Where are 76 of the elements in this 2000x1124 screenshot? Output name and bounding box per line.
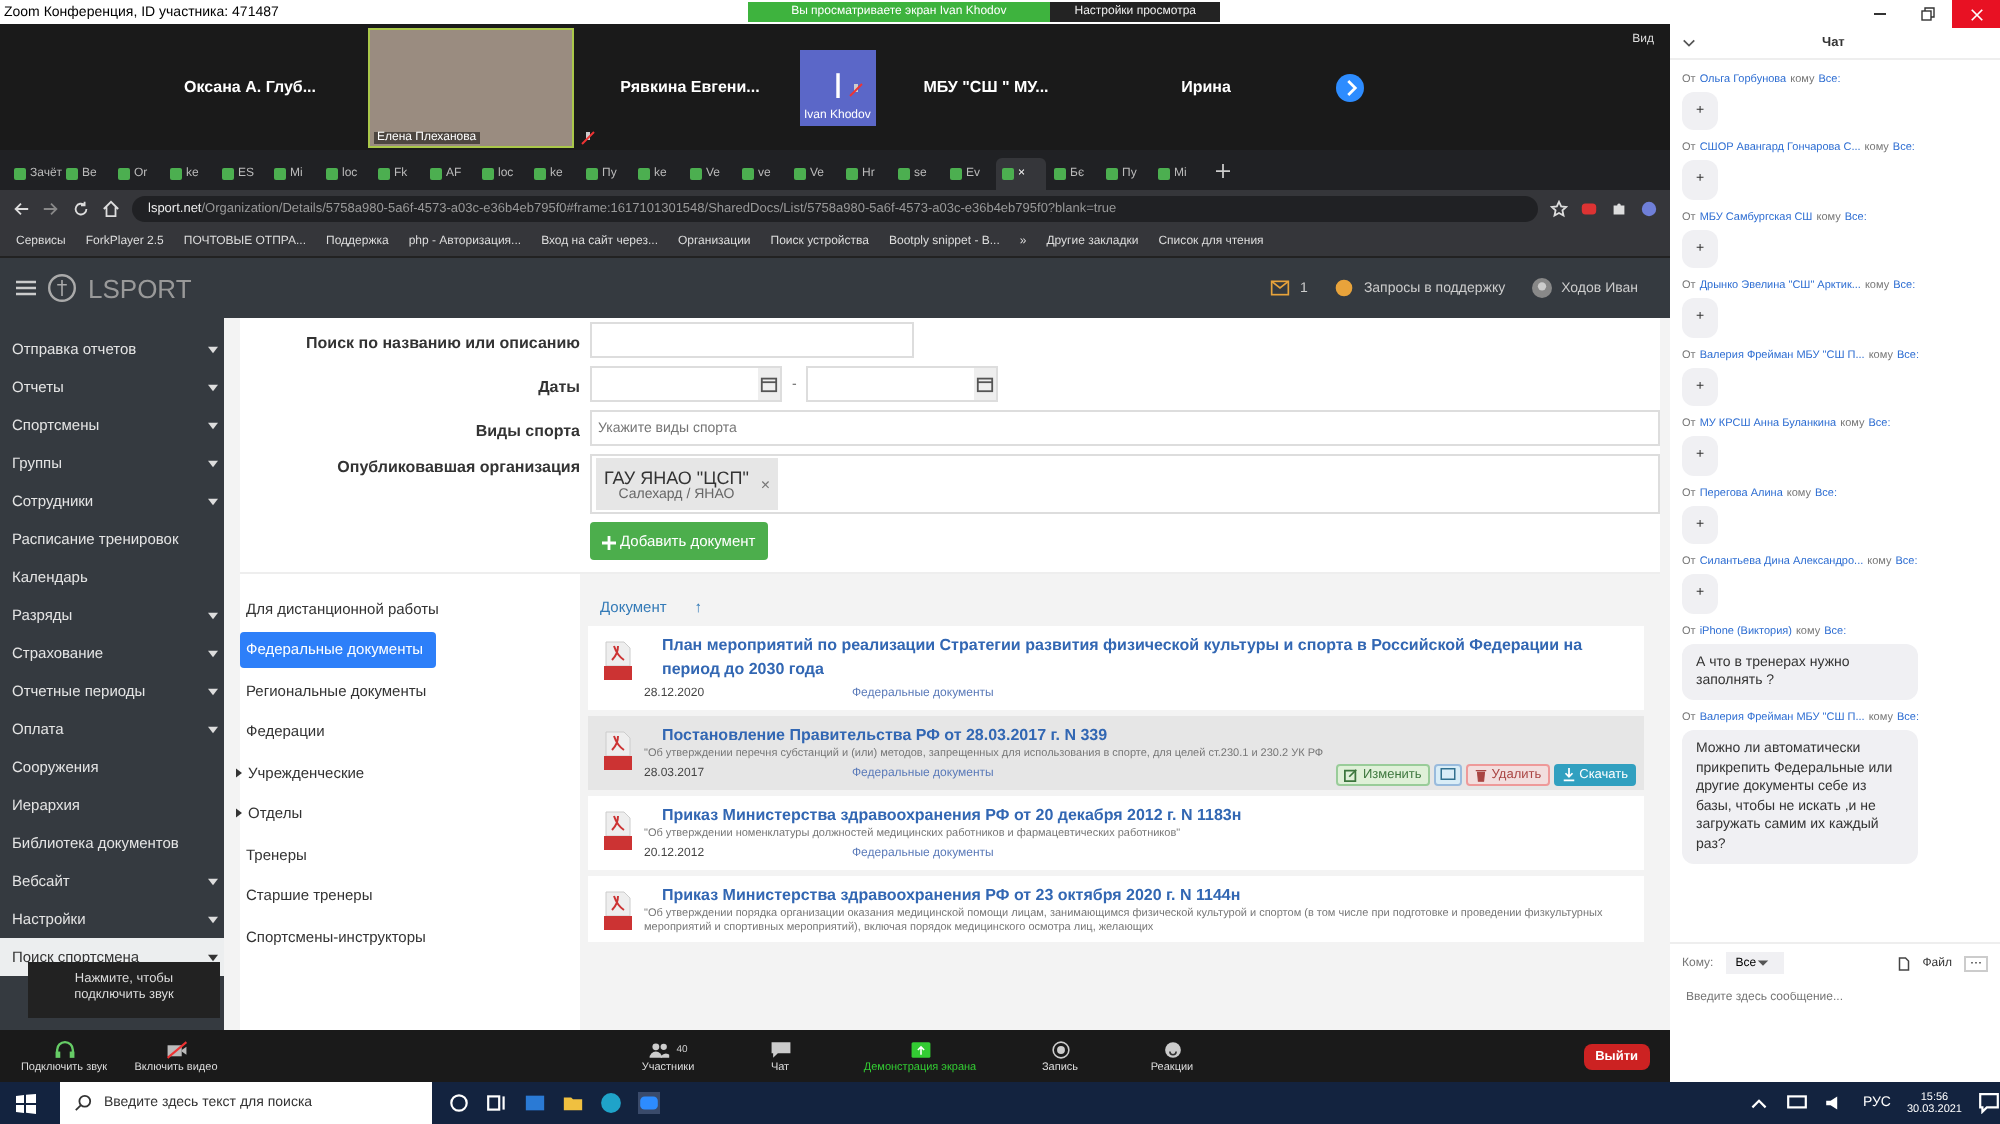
field-label: Поиск по названию или описанию bbox=[304, 331, 580, 351]
caret-icon bbox=[1756, 956, 1771, 970]
caret-icon bbox=[208, 725, 218, 733]
profile-icon[interactable] bbox=[1640, 199, 1658, 217]
people-icon[interactable] bbox=[648, 1039, 671, 1059]
caret-icon bbox=[208, 459, 218, 467]
organization-name: ГАУ ЯНАО "ЦСП" bbox=[604, 467, 749, 487]
notification-icon[interactable] bbox=[1978, 1092, 2000, 1114]
field-label: Даты bbox=[536, 375, 580, 395]
document-row[interactable] bbox=[588, 716, 1644, 791]
share-screen-icon[interactable] bbox=[909, 1039, 931, 1059]
headset-icon[interactable] bbox=[1333, 278, 1354, 298]
pdf-icon bbox=[604, 890, 632, 931]
pdf-icon bbox=[604, 730, 632, 770]
app-logo: LSPORT bbox=[88, 273, 192, 303]
restore-icon[interactable] bbox=[1920, 6, 1936, 22]
document-row[interactable] bbox=[588, 876, 1644, 942]
search-icon bbox=[74, 1094, 92, 1112]
date-field[interactable] bbox=[806, 366, 999, 402]
windows-start-icon[interactable] bbox=[16, 1093, 36, 1113]
caret-icon bbox=[208, 421, 218, 429]
participant-name: МБУ "СШ " МУ... bbox=[923, 78, 1049, 96]
document-title[interactable]: Постановление Правительства РФ от 28.03.2017 г. N 339 bbox=[644, 724, 1636, 748]
close-icon bbox=[1969, 7, 1983, 21]
mail-icon[interactable] bbox=[1270, 278, 1291, 298]
caret-icon bbox=[208, 687, 218, 695]
participant-name: Оксана А. Глуб... bbox=[183, 78, 316, 96]
menu-icon[interactable] bbox=[16, 280, 36, 296]
caret-icon bbox=[208, 611, 218, 619]
remove-button[interactable]: × bbox=[760, 475, 771, 493]
extension-icon[interactable] bbox=[1580, 199, 1598, 217]
pdf-icon bbox=[604, 640, 632, 680]
window-icon bbox=[1439, 768, 1456, 781]
new-tab-icon[interactable] bbox=[1216, 163, 1230, 177]
home-icon[interactable] bbox=[102, 199, 120, 217]
calendar-icon[interactable] bbox=[974, 368, 997, 400]
caret-icon bbox=[208, 345, 218, 353]
caret-icon bbox=[208, 497, 218, 505]
logo-icon bbox=[46, 272, 78, 304]
mail-icon[interactable] bbox=[524, 1092, 546, 1114]
date-field[interactable] bbox=[590, 366, 782, 402]
pencil-icon bbox=[1344, 767, 1359, 782]
document-title[interactable]: Приказ Министерства здравоохранения РФ от 20 декабря 2012 г. N 1183н bbox=[644, 804, 1636, 829]
field-label: Опубликовавшая организация bbox=[335, 456, 580, 476]
collapse-icon[interactable] bbox=[1682, 38, 1696, 48]
caret-icon bbox=[208, 877, 218, 885]
participant-name: Ирина bbox=[1181, 78, 1231, 96]
user-avatar-icon[interactable] bbox=[1531, 278, 1552, 298]
document-title[interactable]: План мероприятий по реализации Стратегии развития физической культуры и спорта в Российской Федерации на период до 2030 года bbox=[644, 634, 1636, 682]
headphones-icon[interactable] bbox=[53, 1039, 75, 1059]
back-icon[interactable] bbox=[12, 199, 30, 217]
participant-name: Рявкина Евгени... bbox=[620, 78, 760, 96]
chat-icon[interactable] bbox=[769, 1039, 791, 1059]
folder-icon[interactable] bbox=[562, 1092, 584, 1114]
download-icon bbox=[1561, 767, 1576, 782]
network-icon[interactable] bbox=[1786, 1092, 1809, 1114]
calendar-icon[interactable] bbox=[758, 368, 780, 400]
next-page-icon[interactable] bbox=[1336, 73, 1364, 101]
forward-icon[interactable] bbox=[42, 199, 60, 217]
trash-icon bbox=[1473, 767, 1488, 782]
field-label: Виды спорта bbox=[473, 419, 580, 439]
video-off-icon[interactable] bbox=[165, 1039, 187, 1059]
plus-icon bbox=[602, 535, 616, 550]
reload-icon[interactable] bbox=[72, 199, 90, 217]
star-icon[interactable] bbox=[1550, 199, 1568, 217]
document-title[interactable]: Приказ Министерства здравоохранения РФ от 23 октября 2020 г. N 1144н bbox=[644, 884, 1636, 909]
pdf-icon bbox=[604, 810, 632, 851]
caret-icon bbox=[208, 649, 218, 657]
caret-icon bbox=[208, 915, 218, 923]
preview-button[interactable] bbox=[1433, 763, 1462, 786]
file-icon[interactable] bbox=[1898, 955, 1911, 972]
search-field[interactable] bbox=[590, 322, 914, 358]
smiley-icon[interactable] bbox=[1161, 1039, 1183, 1059]
task-view-icon[interactable] bbox=[486, 1092, 508, 1114]
caret-icon bbox=[208, 383, 218, 391]
record-icon[interactable] bbox=[1049, 1039, 1071, 1059]
